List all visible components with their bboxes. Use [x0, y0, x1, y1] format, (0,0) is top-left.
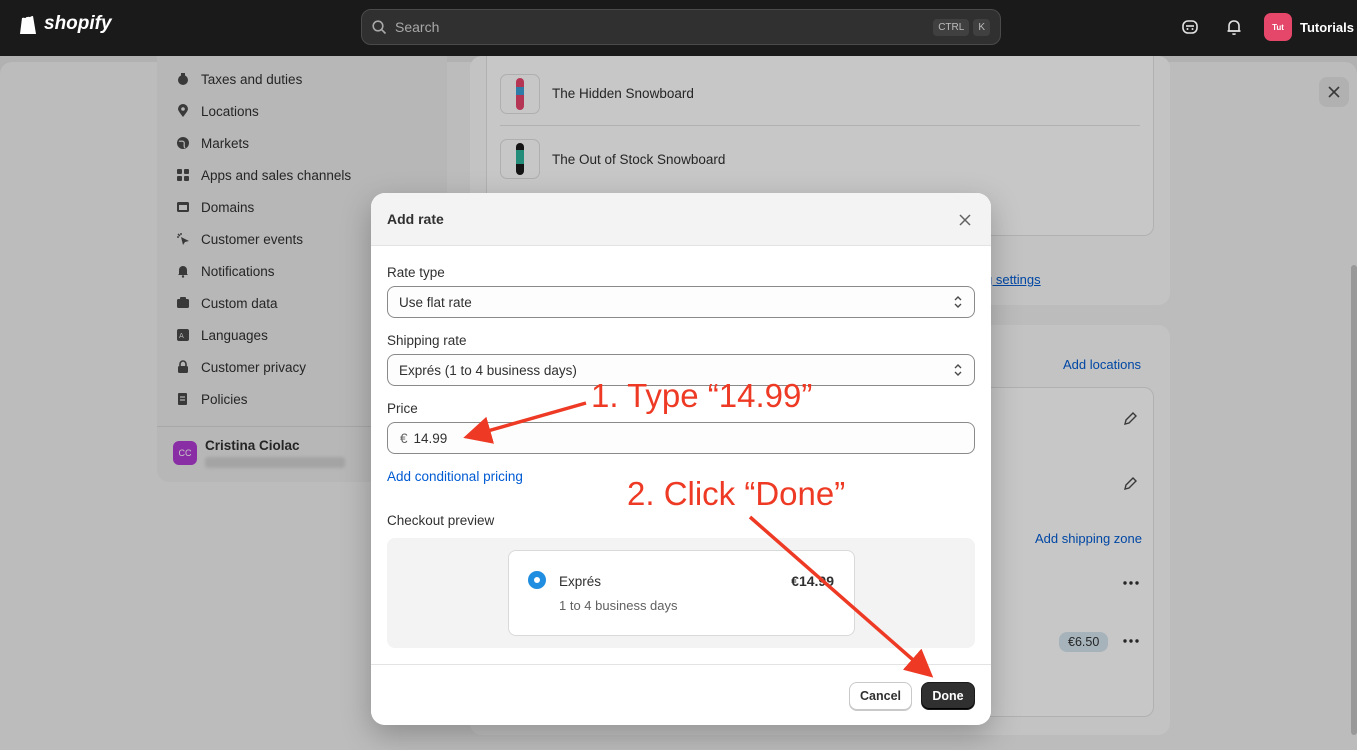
shipping-rate-label: Shipping rate: [387, 333, 467, 348]
store-avatar: Tut: [1264, 13, 1292, 41]
done-button[interactable]: Done: [921, 682, 975, 710]
selected-radio: [528, 571, 546, 589]
annotation-step-1: 1. Type “14.99”: [591, 377, 813, 414]
rate-type-label: Rate type: [387, 265, 445, 280]
logo-text: shopify: [44, 13, 112, 34]
top-bar: shopify Search CTRL K Tut Tutorials: [0, 0, 1357, 56]
currency-prefix: €: [400, 430, 408, 446]
select-chevron-icon: [954, 364, 962, 376]
shortcut-key-ctrl: CTRL: [933, 18, 970, 36]
price-label: Price: [387, 401, 418, 416]
sidekick-icon[interactable]: [1179, 16, 1201, 38]
notifications-bell-icon[interactable]: [1223, 16, 1245, 38]
modal-title: Add rate: [387, 211, 444, 227]
modal-footer: Cancel Done: [371, 664, 991, 725]
cancel-button[interactable]: Cancel: [849, 682, 912, 710]
rate-type-select[interactable]: Use flat rate: [387, 286, 975, 318]
preview-rate-price: €14.99: [791, 573, 834, 589]
preview-rate-card: Exprés 1 to 4 business days €14.99: [508, 550, 855, 636]
price-input[interactable]: € 14.99: [387, 422, 975, 454]
modal-close-button[interactable]: [955, 210, 975, 230]
shopify-bag-icon: [20, 13, 36, 34]
shipping-rate-value: Exprés (1 to 4 business days): [399, 362, 577, 378]
checkout-preview-label: Checkout preview: [387, 513, 495, 528]
preview-rate-subtitle: 1 to 4 business days: [559, 598, 678, 613]
store-menu[interactable]: Tut Tutorials: [1264, 13, 1354, 41]
add-rate-modal: Add rate Rate type Use flat rate Shippin…: [371, 193, 991, 725]
add-conditional-pricing-link[interactable]: Add conditional pricing: [387, 469, 523, 484]
search-bar[interactable]: Search CTRL K: [361, 9, 1001, 45]
checkout-preview: Exprés 1 to 4 business days €14.99: [387, 538, 975, 648]
shopify-logo[interactable]: shopify: [18, 12, 112, 36]
shortcut-key-k: K: [973, 18, 990, 36]
modal-header: Add rate: [371, 193, 991, 246]
close-icon: [959, 214, 971, 226]
search-icon: [372, 19, 387, 34]
annotation-step-2: 2. Click “Done”: [627, 475, 846, 512]
store-name: Tutorials: [1300, 19, 1354, 35]
preview-rate-name: Exprés: [559, 574, 602, 589]
rate-type-value: Use flat rate: [399, 294, 472, 310]
search-placeholder: Search: [395, 19, 440, 35]
select-chevron-icon: [954, 296, 962, 308]
price-value: 14.99: [413, 430, 448, 446]
